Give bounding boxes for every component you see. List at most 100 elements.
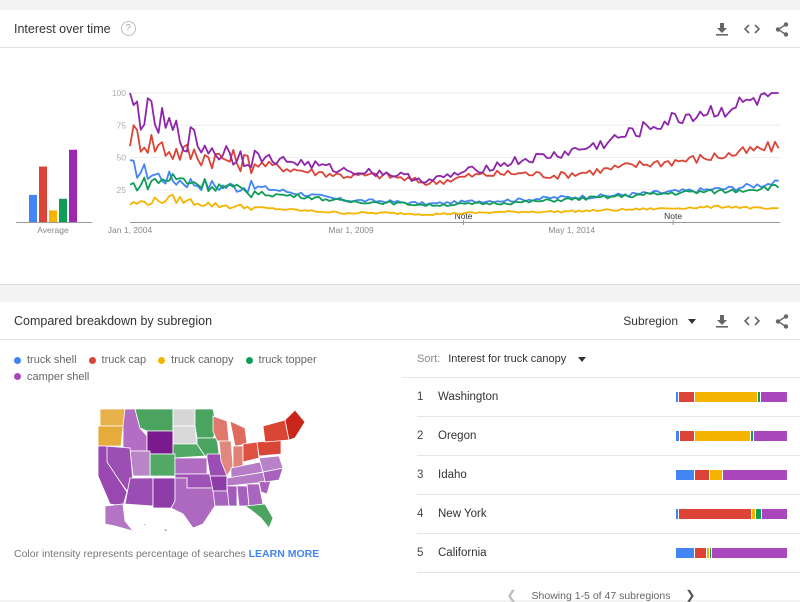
map-region-north-dakota	[172, 408, 196, 427]
map-region-new-mexico	[152, 477, 176, 509]
region-name: New York	[438, 508, 487, 520]
card-title: Compared breakdown by subregion	[14, 313, 213, 328]
share-segment	[754, 431, 788, 441]
y-tick-label: 50	[117, 153, 127, 163]
rank-number: 4	[417, 508, 424, 520]
help-circle-icon[interactable]: ?	[120, 21, 136, 36]
map-note-text: Color intensity represents percentage of…	[14, 548, 246, 560]
rank-number: 1	[417, 391, 424, 403]
download-icon[interactable]	[714, 313, 730, 329]
table-row[interactable]: 2 Oregon	[417, 417, 800, 456]
map-region-mississippi	[226, 485, 238, 507]
share-bar	[676, 509, 788, 519]
table-row[interactable]: 4 New York	[417, 495, 800, 534]
note-annotation: Note	[664, 211, 682, 221]
rank-number: 2	[417, 430, 424, 442]
legend-item[interactable]: truck shell	[14, 352, 77, 368]
map-region-washington	[99, 408, 126, 427]
sort-dropdown[interactable]: Interest for truck canopy	[448, 353, 566, 365]
map-region-utah	[129, 450, 151, 477]
average-label: Average	[37, 225, 69, 235]
map-region-wyoming	[146, 430, 174, 455]
map-region-new-york	[262, 419, 290, 443]
table-row[interactable]: 1 Washington	[417, 378, 800, 417]
share-segment	[755, 509, 763, 519]
legend-label: camper shell	[27, 370, 90, 383]
map-region-wisconsin	[212, 415, 230, 442]
breakdown-card: Compared breakdown by subregion Subregio…	[0, 302, 800, 602]
table-row[interactable]: 5 California	[417, 534, 800, 573]
embed-code-icon[interactable]	[744, 21, 760, 37]
card-title: Interest over time	[14, 21, 111, 36]
region-name: Oregon	[438, 430, 477, 442]
legend-item[interactable]: truck cap	[88, 352, 146, 368]
share-segment	[723, 470, 788, 480]
average-bar	[29, 194, 37, 222]
x-tick-label: Mar 1, 2009	[328, 225, 374, 235]
average-bar	[49, 210, 57, 222]
legend-label: truck shell	[27, 354, 77, 366]
x-tick-label: May 1, 2014	[548, 225, 595, 235]
average-bar	[59, 198, 67, 222]
average-bar	[39, 166, 47, 222]
subregion-dropdown[interactable]: Subregion	[623, 314, 696, 328]
legend-item[interactable]: truck canopy	[158, 352, 234, 368]
table-row[interactable]: 3 Idaho	[417, 456, 800, 495]
share-icon[interactable]	[774, 313, 790, 329]
legend-label: truck canopy	[171, 354, 234, 366]
share-segment	[680, 431, 696, 441]
y-tick-label: 100	[112, 88, 126, 98]
map-region-michigan	[229, 420, 248, 447]
legend-item[interactable]: truck topper	[245, 352, 317, 368]
interest-over-time-card: Interest over time ? Average 25 50 75 100 Jan…	[0, 10, 800, 285]
share-segment	[679, 392, 696, 402]
chevron-down-icon[interactable]	[578, 356, 587, 362]
map-region-arkansas	[209, 475, 228, 492]
map-region-arizona	[124, 477, 154, 507]
share-segment	[695, 548, 708, 558]
map-region-new-england	[284, 409, 306, 441]
region-name: California	[438, 547, 487, 559]
legend-dot-icon	[14, 356, 21, 364]
series-legend: truck shell truck cap truck canopy truck to…	[14, 352, 334, 385]
map-region-colorado	[149, 453, 176, 477]
share-segment	[695, 470, 710, 480]
share-segment	[676, 548, 696, 558]
subregion-dropdown-label: Subregion	[623, 314, 678, 328]
map-region-alaska	[104, 503, 134, 531]
learn-more-link[interactable]: LEARN MORE	[249, 548, 320, 560]
sort-label: Sort:	[417, 353, 441, 365]
share-bar	[676, 392, 788, 402]
rank-number: 3	[417, 469, 424, 481]
subregion-ranking: Sort: Interest for truck canopy 1 Washing…	[402, 341, 800, 600]
share-segment	[695, 431, 752, 441]
share-segment	[709, 470, 724, 480]
share-icon[interactable]	[774, 21, 790, 37]
map-region-south-dakota	[172, 425, 198, 445]
interest-chart[interactable]: Average 25 50 75 100 Jan 1, 2004 Mar 1, 2009 Ma…	[0, 49, 800, 285]
pagination-text: Showing 1-5 of 47 subregions	[531, 590, 671, 602]
map-region-ohio	[242, 441, 260, 463]
series-line-camper-shell	[129, 92, 779, 184]
share-bar	[676, 470, 788, 480]
average-bar	[69, 149, 77, 222]
share-segment	[711, 548, 788, 558]
sort-control: Sort: Interest for truck canopy	[402, 341, 800, 378]
series-line-truck-shell	[129, 159, 779, 206]
map-region-kansas	[174, 457, 208, 475]
share-segment	[761, 392, 788, 402]
legend-item[interactable]: camper shell	[14, 369, 89, 385]
interest-over-time-header: Interest over time ?	[0, 10, 800, 48]
region-name: Washington	[438, 391, 499, 403]
chevron-down-icon	[688, 318, 696, 324]
us-subregion-map[interactable]	[95, 406, 310, 531]
y-tick-label: 75	[117, 120, 127, 130]
map-region-hawaii	[143, 523, 170, 531]
embed-code-icon[interactable]	[744, 313, 760, 329]
region-name: Idaho	[438, 469, 467, 481]
share-segment	[762, 509, 788, 519]
share-segment	[695, 392, 758, 402]
download-icon[interactable]	[714, 21, 730, 37]
legend-dot-icon	[14, 373, 21, 380]
breakdown-header: Compared breakdown by subregion Subregio…	[0, 302, 800, 340]
